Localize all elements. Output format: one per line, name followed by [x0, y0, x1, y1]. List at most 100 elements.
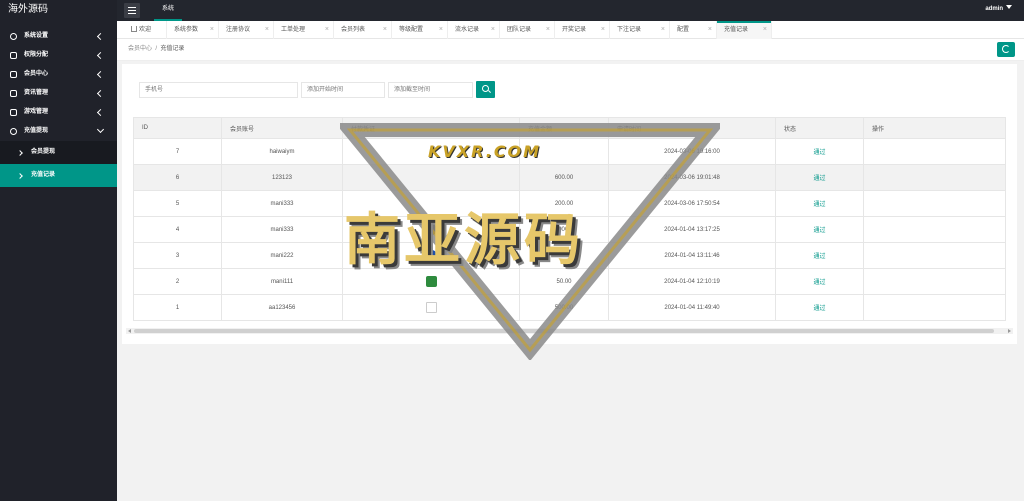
proof-thumbnail[interactable] — [425, 276, 437, 287]
column-header[interactable]: 付款凭证 — [342, 117, 520, 139]
tab-draw-records[interactable]: 开奖记录 × — [555, 21, 610, 39]
column-header[interactable]: 状态 — [775, 117, 864, 139]
chevron-right-icon — [17, 173, 23, 179]
user-menu[interactable]: admin — [985, 0, 1012, 21]
tab-member-list[interactable]: 会员列表 × — [334, 21, 392, 39]
cell-status: 通过 — [775, 190, 864, 217]
gear-icon — [10, 33, 17, 40]
cell-actions — [863, 242, 1006, 269]
breadcrumb-parent[interactable]: 会员中心 — [128, 46, 152, 52]
cell-status: 通过 — [775, 294, 864, 321]
close-icon[interactable]: × — [546, 21, 550, 39]
main-card: ID 会员账号 付款凭证 充值金额 申请时间 状态 操作 7 haiwaiym … — [122, 64, 1017, 344]
start-time-input[interactable] — [301, 82, 385, 98]
cell-proof — [342, 164, 520, 191]
cell-id: 4 — [133, 216, 222, 243]
scroll-right-icon[interactable] — [1008, 329, 1011, 333]
close-icon[interactable]: × — [210, 21, 214, 39]
cell-proof — [342, 294, 520, 321]
sidebar-item-label: 充值提现 — [24, 128, 49, 134]
close-icon[interactable]: × — [265, 21, 269, 39]
cell-proof — [342, 268, 520, 295]
tab-level-config[interactable]: 等级配置 × — [392, 21, 448, 39]
sidebar-item-members[interactable]: 会员中心 — [0, 65, 117, 84]
sidebar-subitem-recharge-records[interactable]: 充值记录 — [0, 164, 117, 187]
tab-bar: 欢迎 系统参数 × 注册协议 × 工单处理 × 会员列表 × 等级配置 × 流水记录 × 团… — [117, 21, 1024, 39]
column-header[interactable]: 申请时间 — [608, 117, 776, 139]
sidebar-item-label: 资讯管理 — [24, 90, 49, 96]
user-icon — [10, 52, 17, 59]
tab-team-records[interactable]: 团队记录 × — [500, 21, 555, 39]
cell-actions — [863, 268, 1006, 295]
close-icon[interactable]: × — [439, 21, 443, 39]
column-header[interactable]: 会员账号 — [221, 117, 343, 139]
tab-config[interactable]: 配置 × — [670, 21, 717, 39]
sidebar-subitem-member-withdraw[interactable]: 会员提现 — [0, 141, 117, 164]
sidebar-item-system-settings[interactable]: 系统设置 — [0, 27, 117, 46]
column-header[interactable]: 操作 — [863, 117, 1006, 139]
column-header[interactable]: ID — [133, 117, 222, 139]
close-icon[interactable]: × — [325, 21, 329, 39]
proof-thumbnail[interactable] — [425, 250, 437, 261]
sidebar-item-games[interactable]: 游戏管理 — [0, 103, 117, 122]
horizontal-scrollbar[interactable] — [126, 328, 1013, 334]
top-tab-system[interactable]: 系统 — [151, 0, 185, 21]
tab-bet-records[interactable]: 下注记录 × — [610, 21, 670, 39]
cell-id: 6 — [133, 164, 222, 191]
cell-actions — [863, 164, 1006, 191]
cell-id: 3 — [133, 242, 222, 269]
menu-icon-line — [128, 13, 136, 14]
menu-toggle-button[interactable] — [124, 3, 140, 18]
tab-label: 注册协议 — [226, 27, 251, 33]
tab-recharge-records[interactable]: 充值记录 × — [717, 21, 772, 39]
cell-amount: 200.00 — [519, 190, 609, 217]
chevron-right-icon — [17, 150, 23, 156]
cell-status: 通过 — [775, 138, 864, 165]
cell-time: 2024-03-06 17:50:54 — [608, 190, 776, 217]
breadcrumb: 会员中心 / 充值记录 — [128, 39, 184, 59]
phone-search-input[interactable] — [139, 82, 298, 98]
breadcrumb-bar: 会员中心 / 充值记录 — [117, 39, 1024, 61]
table-row: 4 mani333 15000.00 2024-01-04 13:17:25 通… — [133, 216, 1006, 243]
tab-flow-records[interactable]: 流水记录 × — [448, 21, 500, 39]
cell-amount: 10000.00 — [519, 242, 609, 269]
scroll-left-icon[interactable] — [128, 329, 131, 333]
close-icon[interactable]: × — [383, 21, 387, 39]
close-icon[interactable]: × — [763, 21, 767, 39]
proof-thumbnail[interactable] — [425, 302, 437, 313]
chevron-down-icon — [96, 125, 105, 134]
sidebar-item-news[interactable]: 资讯管理 — [0, 84, 117, 103]
tab-tickets[interactable]: 工单处理 × — [274, 21, 334, 39]
cell-status: 通过 — [775, 216, 864, 243]
cell-id: 2 — [133, 268, 222, 295]
cell-id: 1 — [133, 294, 222, 321]
end-time-input[interactable] — [388, 82, 473, 98]
close-icon[interactable]: × — [491, 21, 495, 39]
scrollbar-thumb[interactable] — [134, 329, 994, 333]
app-logo[interactable]: 海外源码 — [0, 0, 117, 21]
cell-time: 2024-01-04 12:10:19 — [608, 268, 776, 295]
recharge-table: ID 会员账号 付款凭证 充值金额 申请时间 状态 操作 7 haiwaiym … — [133, 117, 1006, 321]
cell-account: mani222 — [221, 242, 343, 269]
close-icon[interactable]: × — [708, 21, 712, 39]
tab-register-agreement[interactable]: 注册协议 × — [219, 21, 274, 39]
tab-label: 工单处理 — [281, 27, 306, 33]
cell-account: aa123456 — [221, 294, 343, 321]
close-icon[interactable]: × — [661, 21, 665, 39]
cell-time: 2024-03-06 19:16:00 — [608, 138, 776, 165]
search-button[interactable] — [476, 81, 495, 98]
column-header[interactable]: 充值金额 — [519, 117, 609, 139]
refresh-button[interactable] — [997, 42, 1015, 57]
proof-thumbnail[interactable] — [425, 224, 437, 235]
sidebar-item-recharge-withdraw[interactable]: 充值提现 — [0, 122, 117, 141]
close-icon[interactable]: × — [601, 21, 605, 39]
sidebar-item-permissions[interactable]: 权限分配 — [0, 46, 117, 65]
sidebar-subitem-label: 会员提现 — [31, 149, 56, 155]
tab-system-params[interactable]: 系统参数 × — [167, 21, 219, 39]
tab-welcome[interactable]: 欢迎 — [125, 21, 167, 39]
breadcrumb-separator: / — [155, 46, 158, 52]
top-header: 海外源码 系统 admin — [0, 0, 1024, 21]
monitor-icon — [10, 109, 17, 116]
sidebar: 系统设置 权限分配 会员中心 资讯管理 游戏管理 充值提现 会员提现 充值记录 — [0, 21, 117, 501]
tab-label: 开奖记录 — [562, 27, 587, 33]
